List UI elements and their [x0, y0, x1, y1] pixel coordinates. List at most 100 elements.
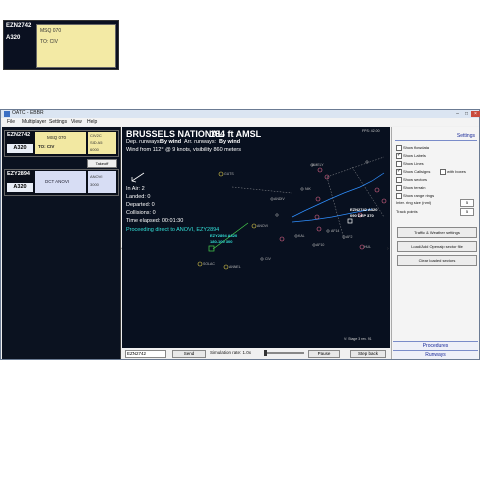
menu-settings[interactable]: Settings — [49, 119, 67, 125]
stat-collisions: Collisions: 0 — [126, 210, 156, 216]
checkbox-label: Show flowdata — [403, 145, 430, 150]
checkbox-box[interactable] — [396, 168, 402, 175]
checkbox-label: Show sectors — [403, 177, 428, 182]
menu-view[interactable]: View — [71, 119, 82, 125]
send-button[interactable]: Send — [172, 350, 206, 358]
strip-yellow-box: MSQ 070 TO: CIV — [36, 24, 116, 68]
collapse-right-icon[interactable]: › — [387, 246, 389, 252]
airport-name: BRUSSELS NATIONAL — [126, 129, 224, 139]
stat-landed: Landed: 0 — [126, 194, 151, 200]
settings-title-text: Settings — [456, 133, 475, 139]
checkbox-box[interactable] — [440, 169, 446, 175]
fix-label: ANDIV — [274, 197, 285, 201]
aircraft-strip[interactable]: EZY2894 A320 DCT ANOVI ANOVI 3000 — [4, 169, 119, 196]
menu-multiplayer[interactable]: Multiplayer — [22, 119, 46, 125]
pause-button[interactable]: Pause — [308, 350, 340, 358]
waypoints — [197, 171, 257, 270]
strip-side-line: ANOVI — [90, 174, 103, 179]
fix-label: AF10 — [316, 243, 325, 247]
fix-label: SOLAC — [203, 262, 215, 266]
fix-label: AF14 — [331, 229, 340, 233]
dep-runways-value: By wind — [160, 139, 182, 145]
step-back-button[interactable]: Step back — [350, 350, 386, 358]
clearance-box[interactable]: MSQ 070 TO: CIV — [35, 132, 86, 154]
runways-tab[interactable]: Runways — [393, 350, 478, 359]
load-sector-file-button[interactable]: Load/Add Openaip sector file — [397, 241, 477, 252]
command-bar: EZN2742 Send Simulation rate: 1.0x Pause… — [122, 348, 390, 359]
atc-message: Proceeding direct to ANOVI, EZY2894 — [126, 227, 220, 233]
checkbox-box[interactable] — [396, 145, 402, 151]
takeoff-button[interactable]: Takeoff — [87, 159, 117, 168]
fix-label: NIK — [305, 187, 311, 191]
clearance-line: TO: CIV — [38, 144, 55, 149]
stat-time-elapsed: Time elapsed: 00:01:30 — [126, 218, 184, 224]
ring-size-stepper[interactable]: 5 — [460, 199, 474, 207]
menu-help[interactable]: Help — [87, 119, 97, 125]
wind-info: Wind from 112° @ 9 knots, visibility 860… — [126, 147, 241, 153]
settings-divider — [395, 140, 477, 141]
checkbox-box[interactable] — [396, 193, 402, 199]
checkbox-box[interactable] — [396, 185, 402, 191]
stat-departed: Departed: 0 — [126, 202, 155, 208]
checkbox-show-labels[interactable]: Show Labels — [396, 152, 476, 160]
checkbox-show-lines[interactable]: Show Lines — [396, 161, 476, 168]
aircraft-list: EZN2742 A320 MSQ 070 TO: CIV CIV2C SID A… — [2, 127, 121, 359]
clear-sectors-button[interactable]: Clear loaded sectors — [397, 255, 477, 266]
clearance-line: DCT ANOVI — [45, 179, 70, 184]
fix-label: CIV — [265, 257, 271, 261]
clearance-box[interactable]: DCT ANOVI — [35, 171, 86, 193]
checkbox-with-boxes[interactable]: with boxes — [440, 169, 476, 176]
checkbox-box[interactable] — [396, 152, 402, 159]
fix-label: GUTS — [224, 172, 234, 176]
menu-bar: File Multiplayer Settings View Help — [1, 118, 479, 126]
checkbox-label: Show range rings — [403, 193, 435, 198]
title-bar: OATC - EBBR – □ × — [1, 110, 480, 118]
aircraft-label[interactable]: EZN2742 A320 — [350, 207, 377, 212]
aircraft-label: 180-100 300 — [210, 239, 233, 244]
ring-size-field: Inter. ring size (nmi) 5 — [396, 199, 476, 207]
strip-type: A320 — [6, 35, 21, 41]
flight-strip-preview: EZN2742 A320 MSQ 070 TO: CIV — [3, 20, 119, 70]
settings-panel: Settings Show flowdata Show Labels Show … — [391, 127, 479, 359]
checkbox-show-sectors[interactable]: Show sectors — [396, 177, 476, 184]
checkbox-label: Show Labels — [403, 153, 426, 158]
checkbox-label: with boxes — [447, 169, 466, 174]
procedures-tab[interactable]: Procedures — [393, 341, 478, 350]
track-points-stepper[interactable]: 5 — [460, 208, 474, 216]
fix-label: ANOVI — [257, 224, 268, 228]
airport-elevation: 184 ft AMSL — [210, 129, 262, 139]
sim-rate-label: Simulation rate: 1.0x — [210, 350, 252, 355]
track-points-label: Track points — [396, 209, 418, 214]
strip-line: MSQ 070 — [40, 28, 62, 34]
clearance-line: MSQ 070 — [47, 135, 67, 140]
sim-rate-slider[interactable] — [264, 350, 304, 356]
minimize-icon[interactable]: – — [453, 111, 462, 117]
wind-arrow — [131, 172, 145, 183]
menu-file[interactable]: File — [7, 119, 15, 125]
aircraft-callsign: EZY2894 — [7, 171, 30, 177]
aircraft-strip[interactable]: EZN2742 A320 MSQ 070 TO: CIV CIV2C SID A… — [4, 130, 119, 157]
fps-counter: FPS: 42.00 — [362, 129, 380, 133]
slider-thumb[interactable] — [264, 350, 267, 356]
checkbox-show-flowdata[interactable]: Show flowdata — [396, 145, 476, 152]
aircraft-label[interactable]: EZY2894 A320 — [210, 233, 237, 238]
close-icon[interactable]: × — [471, 111, 480, 117]
strip-line: TO: CIV — [40, 39, 58, 45]
strip-side-box: CIV2C SID A5 6000 — [88, 132, 116, 154]
checkbox-box[interactable] — [396, 177, 402, 183]
strip-callsign: EZN2742 — [6, 23, 32, 29]
dep-runways-label: Dep. runways: — [126, 139, 162, 145]
top-strip: EZN2742 A320 MSQ 070 TO: CIV — [0, 0, 480, 108]
aircraft-type: A320 — [7, 144, 33, 153]
traffic-weather-button[interactable]: Traffic & Weather settings — [397, 227, 477, 238]
route-lines — [231, 156, 385, 240]
app-window: OATC - EBBR – □ × File Multiplayer Setti… — [0, 109, 480, 360]
callsign-input[interactable]: EZN2742 — [125, 350, 166, 358]
radar-view[interactable]: BRUSSELS NATIONAL 184 ft AMSL Dep. runwa… — [122, 127, 390, 348]
checkbox-show-terrain[interactable]: Show terrain — [396, 185, 476, 192]
fix-label: AF2 — [346, 235, 353, 239]
strip-side-line: SID A5 — [90, 140, 103, 145]
checkbox-box[interactable] — [396, 161, 402, 167]
maximize-icon[interactable]: □ — [462, 111, 471, 117]
fix-label: AMELY — [312, 163, 324, 167]
